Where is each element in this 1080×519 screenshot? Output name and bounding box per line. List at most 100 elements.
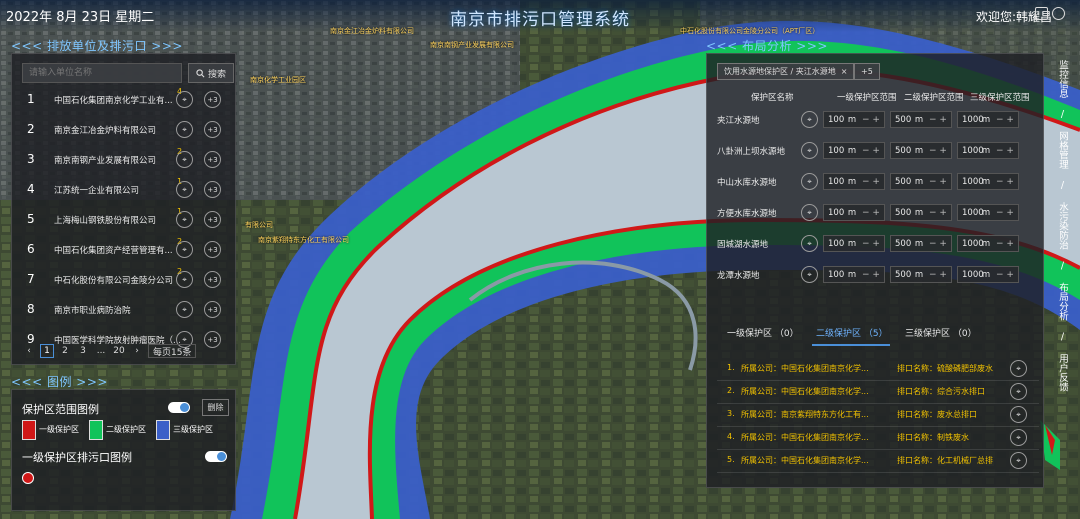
stepper-controls[interactable]: − + — [858, 177, 884, 187]
distance-stepper[interactable]: 500 m − + — [890, 142, 952, 159]
stepper-controls[interactable]: − + — [858, 208, 884, 218]
expand-button[interactable]: +3 — [204, 181, 221, 198]
locate-icon[interactable]: ⌖ — [176, 91, 193, 108]
per-page-select[interactable]: 每页15条 — [148, 344, 197, 358]
stepper-controls[interactable]: − + — [992, 146, 1018, 156]
locate-icon[interactable]: ⌖ — [801, 111, 818, 128]
outlet-row[interactable]: 2. 所属公司：中国石化集团南京化学... 排口名称：综合污水排口 ⌖ — [717, 380, 1039, 404]
outlet-row[interactable]: 4. 所属公司：中国石化集团南京化学... 排口名称：制铁废水 ⌖ — [717, 426, 1039, 450]
tab-zone3[interactable]: 三级保护区 （0） — [905, 326, 977, 339]
unit-name[interactable]: 南京市职业病防治院 — [54, 304, 180, 316]
distance-stepper[interactable]: 500 m − + — [890, 111, 952, 128]
unit-name[interactable]: 中国石化集团资产经营管理有... — [54, 244, 180, 256]
locate-icon[interactable]: ⌖ — [176, 301, 193, 318]
distance-stepper[interactable]: 1000 m − + — [957, 142, 1019, 159]
distance-value[interactable]: 500 — [891, 270, 913, 280]
stepper-controls[interactable]: − + — [858, 239, 884, 249]
distance-stepper[interactable]: 1000 m − + — [957, 173, 1019, 190]
stepper-controls[interactable]: − + — [992, 208, 1018, 218]
tab-zone1[interactable]: 一级保护区 （0） — [727, 326, 799, 339]
distance-value[interactable]: 500 — [891, 208, 913, 218]
distance-value[interactable]: 100 — [824, 146, 846, 156]
page-number[interactable]: 3 — [76, 344, 90, 358]
stepper-controls[interactable]: − + — [992, 270, 1018, 280]
page-number[interactable]: 1 — [40, 344, 54, 358]
unit-name[interactable]: 中石化股份有限公司金陵分公司 — [54, 274, 180, 286]
list-item[interactable]: 6 中国石化集团资产经营管理有... 2 ⌖ +3 — [12, 235, 237, 264]
unit-name[interactable]: 江苏统一企业有限公司 — [54, 184, 180, 196]
list-item[interactable]: 3 南京南钢产业发展有限公司 2 ⌖ +3 — [12, 145, 237, 174]
distance-value[interactable]: 1000 — [958, 115, 984, 125]
stepper-controls[interactable]: − + — [925, 115, 951, 125]
distance-value[interactable]: 1000 — [958, 177, 984, 187]
distance-value[interactable]: 100 — [824, 177, 846, 187]
distance-stepper[interactable]: 100 m − + — [823, 204, 885, 221]
list-item[interactable]: 5 上海梅山钢铁股份有限公司 1 ⌖ +3 — [12, 205, 237, 234]
side-menu[interactable]: 监控信息 / 网格管理 / 水污染防治 / 布局分析 / 用户反馈 — [1052, 60, 1068, 392]
distance-stepper[interactable]: 1000 m − + — [957, 266, 1019, 283]
stepper-controls[interactable]: − + — [925, 208, 951, 218]
list-item[interactable]: 7 中石化股份有限公司金陵分公司 2 ⌖ +3 — [12, 265, 237, 294]
locate-icon[interactable]: ⌖ — [176, 121, 193, 138]
close-icon[interactable]: × — [841, 67, 848, 76]
map-label[interactable]: 有限公司 — [245, 220, 273, 230]
locate-icon[interactable]: ⌖ — [176, 211, 193, 228]
search-button[interactable]: 搜索 — [188, 63, 234, 83]
distance-value[interactable]: 100 — [824, 208, 846, 218]
outlet-row[interactable]: 3. 所属公司：南京紫翔特东方化工有... 排口名称：废水总排口 ⌖ — [717, 403, 1039, 427]
delete-button[interactable]: 删除 — [202, 399, 229, 416]
distance-stepper[interactable]: 1000 m − + — [957, 111, 1019, 128]
distance-value[interactable]: 1000 — [958, 270, 984, 280]
stepper-controls[interactable]: − + — [858, 115, 884, 125]
distance-value[interactable]: 100 — [824, 270, 846, 280]
expand-button[interactable]: +3 — [204, 151, 221, 168]
page-number[interactable]: 2 — [58, 344, 72, 358]
stepper-controls[interactable]: − + — [992, 115, 1018, 125]
distance-value[interactable]: 500 — [891, 239, 913, 249]
expand-button[interactable]: +3 — [204, 331, 221, 348]
locate-icon[interactable]: ⌖ — [1010, 452, 1027, 469]
expand-button[interactable]: +3 — [204, 241, 221, 258]
locate-icon[interactable]: ⌖ — [1010, 360, 1027, 377]
stepper-controls[interactable]: − + — [858, 270, 884, 280]
distance-stepper[interactable]: 100 m − + — [823, 266, 885, 283]
locate-icon[interactable]: ⌖ — [176, 271, 193, 288]
more-tags[interactable]: +5 — [854, 63, 880, 80]
map-label[interactable]: 南京紫翔特东方化工有限公司 — [258, 235, 349, 245]
distance-stepper[interactable]: 500 m − + — [890, 173, 952, 190]
expand-button[interactable]: +3 — [204, 91, 221, 108]
map-label[interactable]: 南京南钢产业发展有限公司 — [430, 40, 514, 50]
distance-stepper[interactable]: 100 m − + — [823, 173, 885, 190]
stepper-controls[interactable]: − + — [992, 177, 1018, 187]
filter-tag[interactable]: 饮用水源地保护区 / 夹江水源地 × — [717, 63, 855, 80]
stepper-controls[interactable]: − + — [925, 239, 951, 249]
stepper-controls[interactable]: − + — [992, 239, 1018, 249]
stepper-controls[interactable]: − + — [858, 146, 884, 156]
logout-icon[interactable] — [1052, 7, 1065, 20]
list-item[interactable]: 2 南京金江冶金炉料有限公司 ⌖ +3 — [12, 115, 237, 144]
unit-name[interactable]: 南京金江冶金炉料有限公司 — [54, 124, 180, 136]
fullscreen-icon[interactable] — [1035, 7, 1048, 20]
distance-value[interactable]: 1000 — [958, 146, 984, 156]
distance-value[interactable]: 100 — [824, 239, 846, 249]
distance-stepper[interactable]: 100 m − + — [823, 111, 885, 128]
distance-value[interactable]: 500 — [891, 146, 913, 156]
outlet-row[interactable]: 5. 所属公司：中国石化集团南京化学... 排口名称：化工机械厂总排 ⌖ — [717, 449, 1039, 473]
list-item[interactable]: 1 中国石化集团南京化学工业有... 4 ⌖ +3 — [12, 85, 237, 114]
stepper-controls[interactable]: − + — [925, 177, 951, 187]
distance-stepper[interactable]: 500 m − + — [890, 204, 952, 221]
map-label[interactable]: 南京化学工业园区 — [250, 75, 306, 85]
locate-icon[interactable]: ⌖ — [1010, 406, 1027, 423]
unit-search-input[interactable] — [22, 63, 182, 83]
list-item[interactable]: 8 南京市职业病防治院 ⌖ +3 — [12, 295, 237, 324]
distance-value[interactable]: 100 — [824, 115, 846, 125]
zone-legend-toggle[interactable] — [168, 402, 190, 413]
locate-icon[interactable]: ⌖ — [801, 235, 818, 252]
locate-icon[interactable]: ⌖ — [801, 173, 818, 190]
outlet-legend-toggle[interactable] — [205, 451, 227, 462]
expand-button[interactable]: +3 — [204, 271, 221, 288]
stepper-controls[interactable]: − + — [925, 146, 951, 156]
distance-value[interactable]: 500 — [891, 177, 913, 187]
distance-stepper[interactable]: 1000 m − + — [957, 204, 1019, 221]
tab-zone2[interactable]: 二级保护区 （5） — [816, 326, 888, 339]
